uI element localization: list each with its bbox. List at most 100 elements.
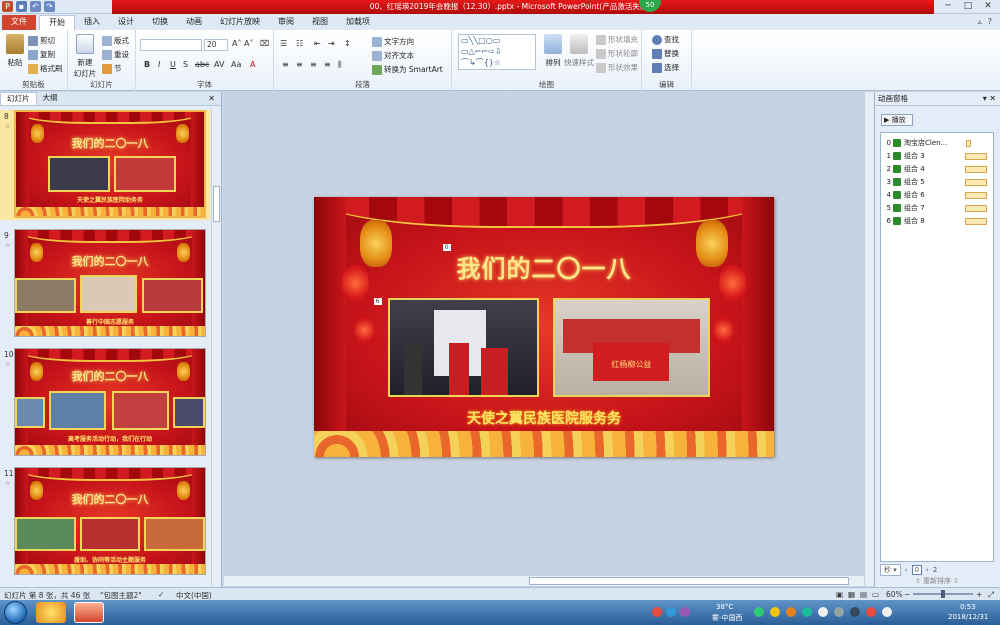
new-slide-button[interactable]: 新建 幻灯片 [72, 34, 98, 79]
replace-button[interactable]: 替换 [652, 48, 679, 59]
tray-app-icon[interactable] [786, 607, 796, 617]
canvas-horizontal-scrollbar[interactable] [224, 575, 864, 586]
tab-view[interactable]: 视图 [303, 15, 337, 30]
timeline-next-icon[interactable]: › [926, 566, 929, 574]
fit-slide-icon[interactable]: ⤢ [988, 590, 994, 600]
tab-slideshow[interactable]: 幻灯片放映 [211, 15, 269, 30]
ribbon-minimize-icon[interactable]: ▵ [978, 17, 982, 26]
start-button[interactable] [4, 601, 27, 624]
tab-slides[interactable]: 幻灯片 [0, 92, 37, 105]
tray-app-icon[interactable] [652, 607, 662, 617]
scrollbar-thumb[interactable] [529, 577, 849, 585]
change-case-icon[interactable]: Aa [231, 60, 241, 69]
animation-item[interactable]: 0 淘宝店Clen... [883, 137, 993, 149]
seconds-dropdown[interactable]: 秒 ▾ [880, 563, 901, 576]
text-direction-button[interactable]: 文字方向 [372, 36, 414, 47]
animation-item[interactable]: 4 组合 6 [883, 189, 993, 201]
sorter-view-icon[interactable]: ▦ [848, 590, 855, 599]
select-button[interactable]: 选择 [652, 62, 679, 73]
tray-app-icon[interactable] [754, 607, 764, 617]
tab-outline[interactable]: 大纲 [37, 92, 64, 105]
layout-button[interactable]: 版式 [102, 35, 129, 46]
animation-item[interactable]: 6 组合 8 [883, 215, 993, 227]
tab-addins[interactable]: 加载项 [337, 15, 379, 30]
copy-button[interactable]: 复制 [28, 49, 55, 60]
tray-app-icon[interactable] [850, 607, 860, 617]
tab-insert[interactable]: 插入 [75, 15, 109, 30]
quick-styles-button[interactable]: 快速样式 [564, 34, 594, 68]
slides-scrollbar[interactable] [211, 108, 220, 586]
tab-home[interactable]: 开始 [39, 15, 75, 30]
char-spacing-icon[interactable]: AV [214, 60, 224, 69]
slide-thumbnail[interactable]: 8 ☆ 我们的二〇一八 天使之翼民族医院助务务 [0, 110, 210, 220]
play-button[interactable]: ▶ 播放 [881, 114, 913, 126]
animation-item[interactable]: 2 组合 4 [883, 163, 993, 175]
bold-icon[interactable]: B [144, 60, 150, 69]
paste-button[interactable]: 粘贴 [4, 34, 26, 68]
align-left-icon[interactable]: ≡ [282, 60, 289, 69]
font-size-field[interactable]: 20 [204, 39, 228, 51]
clear-format-icon[interactable]: ⌧ [260, 39, 269, 48]
strikethrough-icon[interactable]: abc [195, 60, 209, 69]
redo-icon[interactable]: ↷ [44, 1, 55, 12]
browser-app-icon[interactable] [36, 602, 66, 623]
shapes-gallery[interactable]: ▭╲╲□○▭ ▭△⌐⌐⇨⇩ ⌒↳⌒{}☆ [458, 34, 536, 70]
action-center-icon[interactable] [882, 607, 892, 617]
reorder-controls[interactable]: ⇧ 重新排序 ⇩ [880, 576, 994, 586]
line-spacing-icon[interactable]: ↕ [344, 39, 351, 48]
zoom-level[interactable]: 60% [886, 590, 903, 599]
cut-button[interactable]: 剪切 [28, 35, 55, 46]
animation-item[interactable]: 3 组合 5 [883, 176, 993, 188]
numbering-icon[interactable]: ☷ [296, 39, 303, 48]
undo-icon[interactable]: ↶ [30, 1, 41, 12]
decrease-indent-icon[interactable]: ⇤ [314, 39, 321, 48]
slide-thumbnail[interactable]: 11 ☆ 我们的二〇一八 援助、协同等活动主题服务 [0, 467, 210, 577]
slideshow-view-icon[interactable]: ▭ [872, 590, 879, 599]
shape-fill-button[interactable]: 形状填充 [596, 34, 638, 45]
increase-indent-icon[interactable]: ⇥ [328, 39, 335, 48]
photo-ambulance[interactable] [387, 298, 540, 398]
current-slide[interactable]: 我们的二〇一八 0 6 红杨柳公益 天使之翼民族医院服务务 [314, 197, 774, 457]
underline-icon[interactable]: U [170, 60, 176, 69]
animation-item[interactable]: 5 组合 7 [883, 202, 993, 214]
smartart-button[interactable]: 转换为 SmartArt [372, 64, 443, 75]
timeline-prev-icon[interactable]: ‹ [905, 566, 908, 574]
shadow-icon[interactable]: S [183, 60, 188, 69]
save-icon[interactable]: ▪ [16, 1, 27, 12]
volume-icon[interactable] [834, 607, 844, 617]
grow-font-icon[interactable]: A˄ [232, 39, 241, 48]
tab-file[interactable]: 文件 [2, 15, 36, 30]
arrange-button[interactable]: 排列 [542, 34, 564, 68]
align-center-icon[interactable]: ≡ [296, 60, 303, 69]
pane-options-icon[interactable]: ▾ ✕ [983, 94, 996, 103]
tray-app-icon[interactable] [770, 607, 780, 617]
font-color-icon[interactable]: A [250, 60, 255, 69]
zoom-slider[interactable] [913, 590, 973, 598]
animation-list[interactable]: 0 淘宝店Clen... 1 组合 3 2 组合 4 3 组合 5 4 组合 6 5 组合 … [880, 132, 994, 562]
help-icon[interactable]: ? [988, 17, 992, 26]
normal-view-icon[interactable]: ▣ [836, 590, 843, 599]
font-name-field[interactable] [140, 39, 202, 51]
tab-animations[interactable]: 动画 [177, 15, 211, 30]
find-button[interactable]: 查找 [652, 34, 679, 45]
tab-review[interactable]: 审阅 [269, 15, 303, 30]
close-icon[interactable]: ✕ [978, 0, 998, 13]
tab-transitions[interactable]: 切换 [143, 15, 177, 30]
clock-date[interactable]: 2018/12/31 [948, 613, 988, 621]
align-right-icon[interactable]: ≡ [310, 60, 317, 69]
powerpoint-taskbar-icon[interactable] [74, 602, 104, 623]
scrollbar-thumb[interactable] [213, 186, 220, 222]
maximize-icon[interactable]: □ [958, 0, 978, 13]
justify-icon[interactable]: ≡ [324, 60, 331, 69]
slide-thumbnail[interactable]: 9 ☆ 我们的二〇一八 善行中国志愿服务 [0, 229, 210, 339]
tray-app-icon[interactable] [866, 607, 876, 617]
network-icon[interactable] [818, 607, 828, 617]
reading-view-icon[interactable]: ▤ [860, 590, 867, 599]
slide-caption[interactable]: 天使之翼民族医院服务务 [314, 408, 774, 428]
reset-button[interactable]: 重设 [102, 49, 129, 60]
tray-app-icon[interactable] [802, 607, 812, 617]
shape-outline-button[interactable]: 形状轮廓 [596, 48, 638, 59]
shape-effects-button[interactable]: 形状效果 [596, 62, 638, 73]
bullets-icon[interactable]: ☰ [280, 39, 287, 48]
align-text-button[interactable]: 对齐文本 [372, 50, 414, 61]
